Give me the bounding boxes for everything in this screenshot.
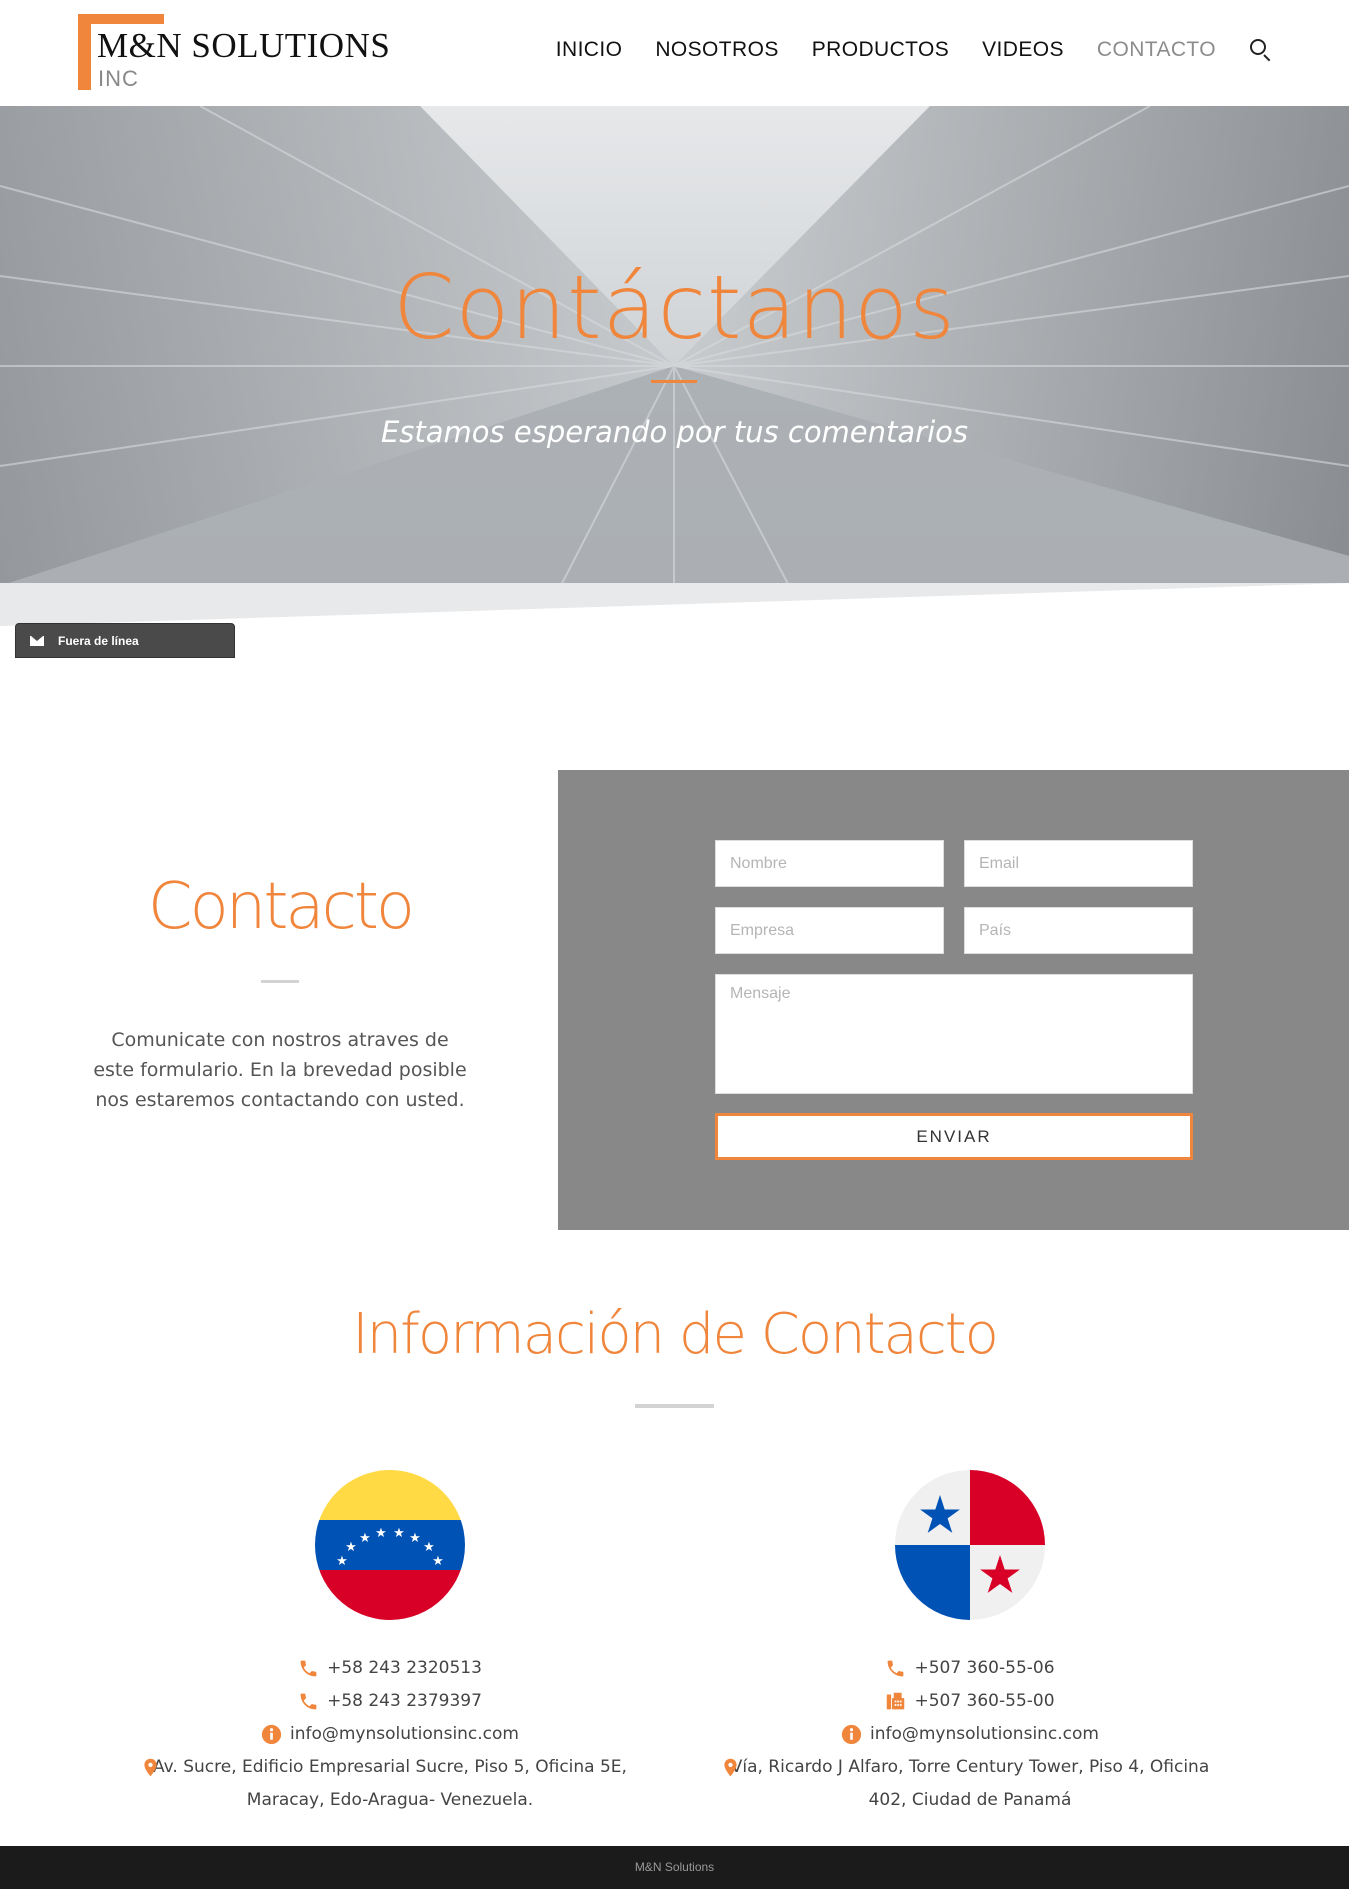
phone-icon	[300, 1660, 317, 1677]
phone-number[interactable]: +58 243 2320513	[327, 1652, 482, 1685]
search-icon[interactable]	[1249, 38, 1273, 62]
contact-intro: Contacto Comunicate con nostros atraves …	[60, 870, 500, 1115]
address-text: Av. Sucre, Edificio Empresarial Sucre, P…	[153, 1757, 627, 1810]
office-address: Vía, Ricardo J Alfaro, Torre Century Tow…	[690, 1751, 1250, 1817]
office-phone-1: +507 360-55-06	[690, 1652, 1250, 1685]
footer-text: M&N Solutions	[634, 1860, 715, 1874]
logo-main-text: M&N SOLUTIONS	[97, 26, 391, 65]
office-phone-1: +58 243 2320513	[110, 1652, 670, 1685]
contact-form: ENVIAR	[558, 770, 1349, 1230]
nav-item-contacto[interactable]: CONTACTO	[1097, 38, 1216, 62]
office-phone-2: +58 243 2379397	[110, 1685, 670, 1718]
office-fax: +507 360-55-00	[690, 1685, 1250, 1718]
office-address: Av. Sucre, Edificio Empresarial Sucre, P…	[110, 1751, 670, 1817]
logo-sub-text: INC	[98, 66, 139, 91]
nombre-field[interactable]	[715, 840, 944, 887]
info-divider	[635, 1404, 714, 1408]
office-panama: +507 360-55-06 +507 360-55-00 info@mynso…	[690, 1470, 1250, 1817]
svg-text:★: ★	[423, 1540, 435, 1555]
venezuela-flag: ★ ★ ★ ★ ★ ★ ★ ★	[315, 1470, 465, 1620]
nav-item-productos[interactable]: PRODUCTOS	[812, 38, 949, 62]
nav-item-inicio[interactable]: INICIO	[556, 38, 623, 62]
phone-number[interactable]: +58 243 2379397	[327, 1685, 482, 1718]
svg-text:★: ★	[393, 1526, 405, 1541]
info-title: Información de Contacto	[352, 1302, 999, 1367]
contact-description: Comunicate con nostros atraves de este f…	[93, 1029, 467, 1111]
hero-building-image	[0, 106, 1349, 626]
svg-text:★: ★	[432, 1554, 444, 1569]
nav-item-videos[interactable]: VIDEOS	[982, 38, 1064, 62]
site-footer: M&N Solutions	[0, 1846, 1349, 1889]
empresa-field[interactable]	[715, 907, 944, 954]
office-email: info@mynsolutionsinc.com	[690, 1718, 1250, 1751]
address-text: Vía, Ricardo J Alfaro, Torre Century Tow…	[730, 1757, 1210, 1810]
enviar-button[interactable]: ENVIAR	[715, 1113, 1193, 1160]
logo[interactable]: M&N SOLUTIONS INC	[78, 14, 390, 92]
fax-icon	[887, 1692, 905, 1710]
svg-text:★: ★	[375, 1526, 387, 1541]
phone-number[interactable]: +507 360-55-06	[914, 1652, 1054, 1685]
envelope-icon	[30, 635, 44, 646]
svg-text:★: ★	[345, 1540, 357, 1555]
nav-item-nosotros[interactable]: NOSOTROS	[655, 38, 778, 62]
site-header: M&N SOLUTIONS INC INICIO NOSOTROS PRODUC…	[0, 0, 1349, 106]
office-email: info@mynsolutionsinc.com	[110, 1718, 670, 1751]
hero-banner: Contáctanos Estamos esperando por tus co…	[0, 106, 1349, 626]
svg-text:★: ★	[359, 1531, 371, 1546]
offline-chat-tab[interactable]: Fuera de línea	[15, 623, 235, 658]
panama-flag	[895, 1470, 1045, 1620]
svg-text:★: ★	[336, 1554, 348, 1569]
contact-divider	[261, 980, 299, 983]
phone-icon	[300, 1693, 317, 1710]
contact-title: Contacto	[147, 870, 415, 944]
fax-number[interactable]: +507 360-55-00	[914, 1685, 1054, 1718]
svg-text:★: ★	[409, 1531, 421, 1546]
email-link[interactable]: info@mynsolutionsinc.com	[290, 1718, 519, 1751]
map-pin-icon	[144, 1758, 157, 1777]
hero-subtitle: Estamos esperando por tus comentarios	[380, 415, 969, 449]
hero-divider	[651, 380, 697, 383]
info-icon	[261, 1724, 282, 1745]
chat-tab-label: Fuera de línea	[58, 633, 139, 648]
email-field[interactable]	[964, 840, 1193, 887]
info-icon	[841, 1724, 862, 1745]
mensaje-field[interactable]	[715, 974, 1193, 1094]
email-link[interactable]: info@mynsolutionsinc.com	[870, 1718, 1099, 1751]
pais-field[interactable]	[964, 907, 1193, 954]
hero-title: Contáctanos	[393, 256, 956, 359]
map-pin-icon	[724, 1758, 737, 1777]
office-venezuela: ★ ★ ★ ★ ★ ★ ★ ★ +58 243 2320513 +58 243 …	[110, 1470, 670, 1817]
main-nav: INICIO NOSOTROS PRODUCTOS VIDEOS CONTACT…	[523, 38, 1273, 62]
phone-icon	[888, 1660, 904, 1677]
